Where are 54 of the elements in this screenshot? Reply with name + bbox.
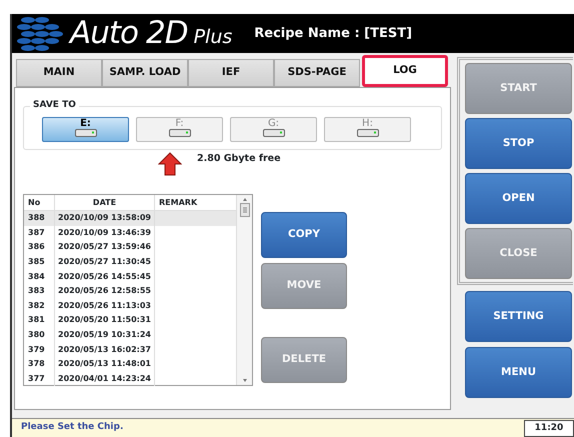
logo-icon [16, 16, 64, 52]
tab[interactable]: LOG [362, 55, 448, 87]
table-cell: 2020/05/20 11:50:31 [58, 314, 151, 326]
action-button[interactable]: MENU [465, 347, 572, 398]
table-cell: 2020/05/13 16:02:37 [58, 344, 151, 356]
table-row[interactable]: 388 2020/10/09 13:58:09 [24, 211, 236, 226]
drive-icon [168, 129, 190, 137]
recipe-name: Recipe Name : [TEST] [254, 24, 412, 43]
free-space-text: 2.80 Gbyte free [197, 152, 281, 166]
app-subtitle: Plus [194, 28, 232, 47]
table-cell: 2020/10/09 13:58:09 [58, 212, 151, 224]
scrollbar[interactable] [236, 195, 252, 385]
tab[interactable]: SDS-PAGE [274, 59, 360, 87]
action-button[interactable]: STOP [465, 118, 572, 169]
table-cell: 386 [28, 242, 45, 252]
action-button[interactable]: OPEN [465, 173, 572, 224]
table-cell: 383 [28, 286, 45, 296]
column-header: DATE [92, 196, 116, 208]
column-header: REMARK [159, 196, 198, 208]
drive-button[interactable]: E: [42, 117, 129, 142]
tab[interactable]: IEF [188, 59, 274, 87]
table-cell: 388 [28, 213, 45, 222]
table-cell: 2020/05/26 11:13:03 [58, 300, 151, 312]
app-title: Auto [70, 18, 138, 49]
table-cell: 377 [28, 374, 45, 383]
drive-icon [356, 129, 378, 137]
table-cell: 387 [28, 228, 45, 237]
action-button[interactable]: COPY [261, 212, 347, 258]
table-cell: 380 [28, 330, 45, 340]
table-cell: 2020/05/27 13:59:46 [58, 241, 151, 254]
table-cell: 384 [28, 272, 45, 281]
table-cell: 2020/10/09 13:46:39 [58, 226, 151, 239]
table-cell: 2020/05/27 11:30:45 [58, 256, 151, 268]
table-cell: 382 [28, 300, 45, 310]
table-cell: 381 [28, 315, 45, 324]
up-arrow-icon [158, 152, 182, 176]
column-header: No [28, 198, 40, 206]
action-button[interactable]: SETTING [465, 291, 572, 342]
table-cell: 2020/05/19 10:31:24 [58, 329, 151, 342]
table-cell: 379 [28, 344, 45, 354]
clock-time: 11:20 [524, 420, 574, 436]
app-title-number: 2D [146, 18, 188, 49]
table-cell: 2020/05/26 14:55:45 [58, 270, 151, 283]
table-cell: 385 [28, 257, 45, 266]
drive-icon [262, 129, 284, 137]
status-message: Please Set the Chip. [21, 421, 124, 434]
tab[interactable]: SAMP. LOAD [102, 59, 188, 87]
table-cell: 2020/05/26 12:58:55 [58, 285, 151, 298]
table-cell: 2020/05/13 11:48:01 [58, 358, 151, 370]
tab[interactable]: MAIN [16, 59, 102, 87]
drive-icon [74, 129, 96, 137]
table-cell: 378 [28, 359, 45, 368]
table-cell: 2020/04/01 14:23:24 [58, 372, 151, 385]
scroll-thumb-icon [240, 203, 250, 217]
